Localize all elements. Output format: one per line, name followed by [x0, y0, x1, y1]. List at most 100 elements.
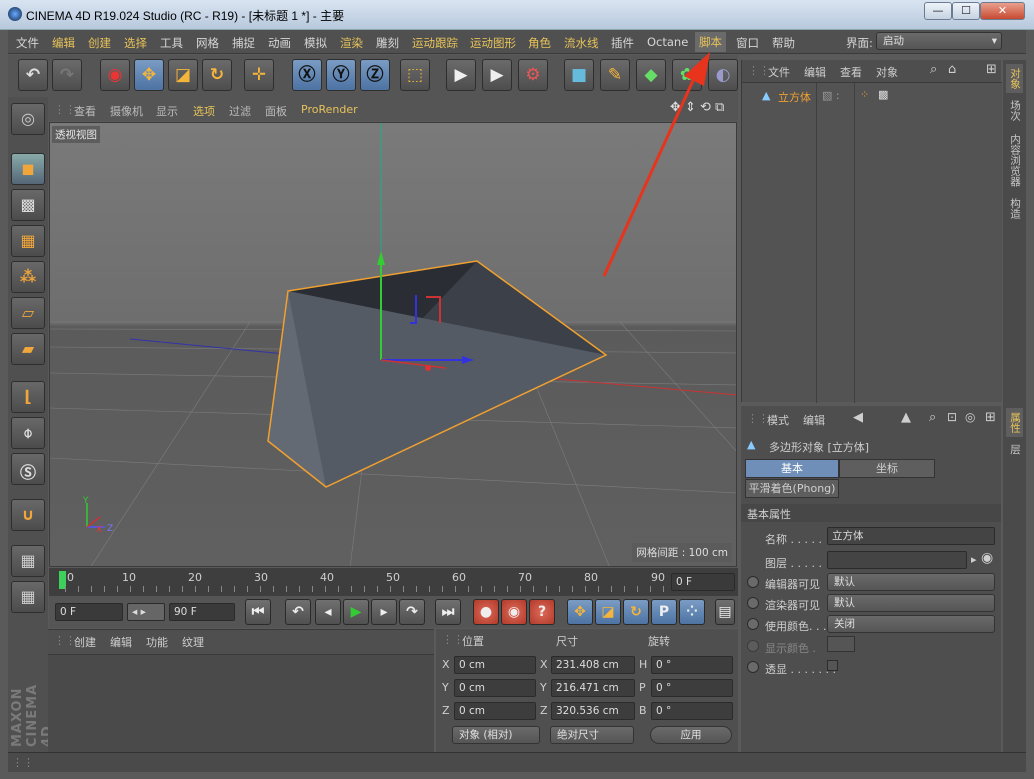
menu-mograph[interactable]: 运动图形: [470, 35, 516, 51]
move-button[interactable]: ✥: [134, 59, 164, 91]
scale-button[interactable]: ◪: [168, 59, 198, 91]
model-mode-button[interactable]: ◼: [11, 153, 45, 185]
up-arrow-icon[interactable]: ▲: [901, 410, 911, 425]
editor-visible-dropdown[interactable]: 默认: [827, 573, 995, 591]
previous-frame-button[interactable]: ◂: [315, 599, 341, 625]
render-settings-button[interactable]: ⚙: [518, 59, 548, 91]
object-menu-object[interactable]: 对象: [876, 64, 898, 80]
menu-file[interactable]: 文件: [16, 35, 39, 51]
tab-coordinates[interactable]: 坐标: [839, 459, 935, 478]
cursor-pick-icon[interactable]: ◉: [981, 550, 993, 566]
tab-attributes[interactable]: 属性: [1006, 408, 1023, 437]
undo-button[interactable]: ↶: [18, 59, 48, 91]
rotation-b-field[interactable]: 0 °: [651, 702, 733, 720]
menu-help[interactable]: 帮助: [772, 35, 795, 51]
tab-takes[interactable]: 场次: [1006, 96, 1023, 125]
object-row[interactable]: ▲ 立方体 ▧ : ⁘ ▩: [742, 87, 1002, 105]
workplane-align-button[interactable]: ▦: [11, 581, 45, 613]
record-key-button[interactable]: ●: [473, 599, 499, 625]
key-rotation-button[interactable]: ↻: [623, 599, 649, 625]
snap-button[interactable]: Ⓢ: [11, 453, 45, 485]
back-arrow-icon[interactable]: ◀: [853, 410, 863, 425]
material-menu-texture[interactable]: 纹理: [182, 634, 204, 650]
tab-structure[interactable]: 构造: [1006, 194, 1023, 223]
key-pla-button[interactable]: ⁘: [679, 599, 705, 625]
viewport-menu-view[interactable]: 查看: [74, 103, 96, 119]
edges-mode-button[interactable]: ▱: [11, 297, 45, 329]
search-icon[interactable]: ⌕: [930, 62, 937, 77]
y-axis-button[interactable]: Ⓨ: [326, 59, 356, 91]
menu-mesh[interactable]: 网格: [196, 35, 219, 51]
viewport-menu-prorender[interactable]: ProRender: [301, 103, 358, 116]
tab-basic[interactable]: 基本: [745, 459, 839, 478]
radio-editor-visible[interactable]: [747, 576, 759, 588]
search-icon[interactable]: ⌕: [929, 410, 936, 425]
attr-menu-edit[interactable]: 编辑: [803, 412, 825, 428]
viewport-menu-camera[interactable]: 摄像机: [110, 103, 143, 119]
rotation-p-field[interactable]: 0 °: [651, 679, 733, 697]
object-menu-edit[interactable]: 编辑: [804, 64, 826, 80]
menu-snap[interactable]: 捕捉: [232, 35, 255, 51]
menu-pipeline[interactable]: 流水线: [564, 35, 599, 51]
menu-sculpt[interactable]: 雕刻: [376, 35, 399, 51]
size-z-field[interactable]: 320.536 cm: [551, 702, 635, 720]
key-parameter-button[interactable]: P: [651, 599, 677, 625]
material-menu-create[interactable]: 创建: [74, 634, 96, 650]
go-to-end-button[interactable]: ⏭: [435, 599, 461, 625]
attr-menu-mode[interactable]: 模式: [767, 412, 789, 428]
minimize-button[interactable]: —: [924, 2, 952, 20]
recent-tool-button[interactable]: ✛: [244, 59, 274, 91]
cube-object-button[interactable]: ■: [564, 59, 594, 91]
target-icon[interactable]: ◎: [965, 410, 975, 424]
start-frame-field[interactable]: 0 F: [55, 603, 123, 621]
tab-layers[interactable]: 层: [1006, 440, 1023, 459]
home-icon[interactable]: ⌂: [948, 62, 956, 77]
tab-objects[interactable]: 对象: [1006, 64, 1023, 93]
material-tag-icon[interactable]: ▩: [878, 88, 888, 101]
previous-key-button[interactable]: ↶: [285, 599, 311, 625]
current-frame-field[interactable]: 0 F: [671, 573, 735, 591]
menu-motion-tracking[interactable]: 运动跟踪: [412, 35, 458, 51]
next-key-button[interactable]: ↷: [399, 599, 425, 625]
menu-simulate[interactable]: 模拟: [304, 35, 327, 51]
timeline-ruler[interactable]: 0 10 20 30 40 50 60 70 80 90 0 F: [49, 568, 738, 596]
material-list-area[interactable]: [48, 654, 434, 753]
use-color-dropdown[interactable]: 关闭: [827, 615, 995, 633]
keyframe-selection-button[interactable]: ?: [529, 599, 555, 625]
layout-dropdown[interactable]: 启动 ▾: [876, 32, 1002, 50]
viewport-menu-filter[interactable]: 过滤: [229, 103, 251, 119]
menu-select[interactable]: 选择: [124, 35, 147, 51]
menu-edit[interactable]: 编辑: [52, 35, 75, 51]
play-button[interactable]: ▶: [343, 599, 369, 625]
key-scale-button[interactable]: ◪: [595, 599, 621, 625]
coordinate-mode-dropdown[interactable]: 对象 (相对): [452, 726, 540, 744]
viewport-menu-panel[interactable]: 面板: [265, 103, 287, 119]
display-color-swatch[interactable]: [827, 636, 855, 652]
xray-checkbox[interactable]: [827, 660, 838, 671]
radio-render-visible[interactable]: [747, 597, 759, 609]
make-editable-button[interactable]: ◎: [11, 103, 45, 135]
coordinate-system-button[interactable]: ⬚: [400, 59, 430, 91]
x-axis-button[interactable]: Ⓧ: [292, 59, 322, 91]
close-button[interactable]: ✕: [980, 2, 1025, 20]
menu-create[interactable]: 创建: [88, 35, 111, 51]
tab-content-browser[interactable]: 内容浏览器: [1006, 130, 1023, 191]
radio-xray[interactable]: [747, 661, 759, 673]
viewport-menu-display[interactable]: 显示: [156, 103, 178, 119]
polygons-mode-button[interactable]: ▰: [11, 333, 45, 365]
render-visible-dropdown[interactable]: 默认: [827, 594, 995, 612]
render-view-button[interactable]: ▶: [446, 59, 476, 91]
size-y-field[interactable]: 216.471 cm: [551, 679, 635, 697]
menu-animate[interactable]: 动画: [268, 35, 291, 51]
visibility-dots-icon[interactable]: ▧ :: [822, 89, 840, 102]
new-view-icon[interactable]: ⊞: [986, 62, 997, 77]
material-menu-function[interactable]: 功能: [146, 634, 168, 650]
name-field[interactable]: 立方体: [827, 527, 995, 545]
magnet-button[interactable]: ∪: [11, 499, 45, 531]
axis-mode-button[interactable]: ⌊: [11, 381, 45, 413]
menu-render[interactable]: 渲染: [340, 35, 363, 51]
object-menu-file[interactable]: 文件: [768, 64, 790, 80]
object-menu-view[interactable]: 查看: [840, 64, 862, 80]
z-axis-button[interactable]: Ⓩ: [360, 59, 390, 91]
rotation-h-field[interactable]: 0 °: [651, 656, 733, 674]
